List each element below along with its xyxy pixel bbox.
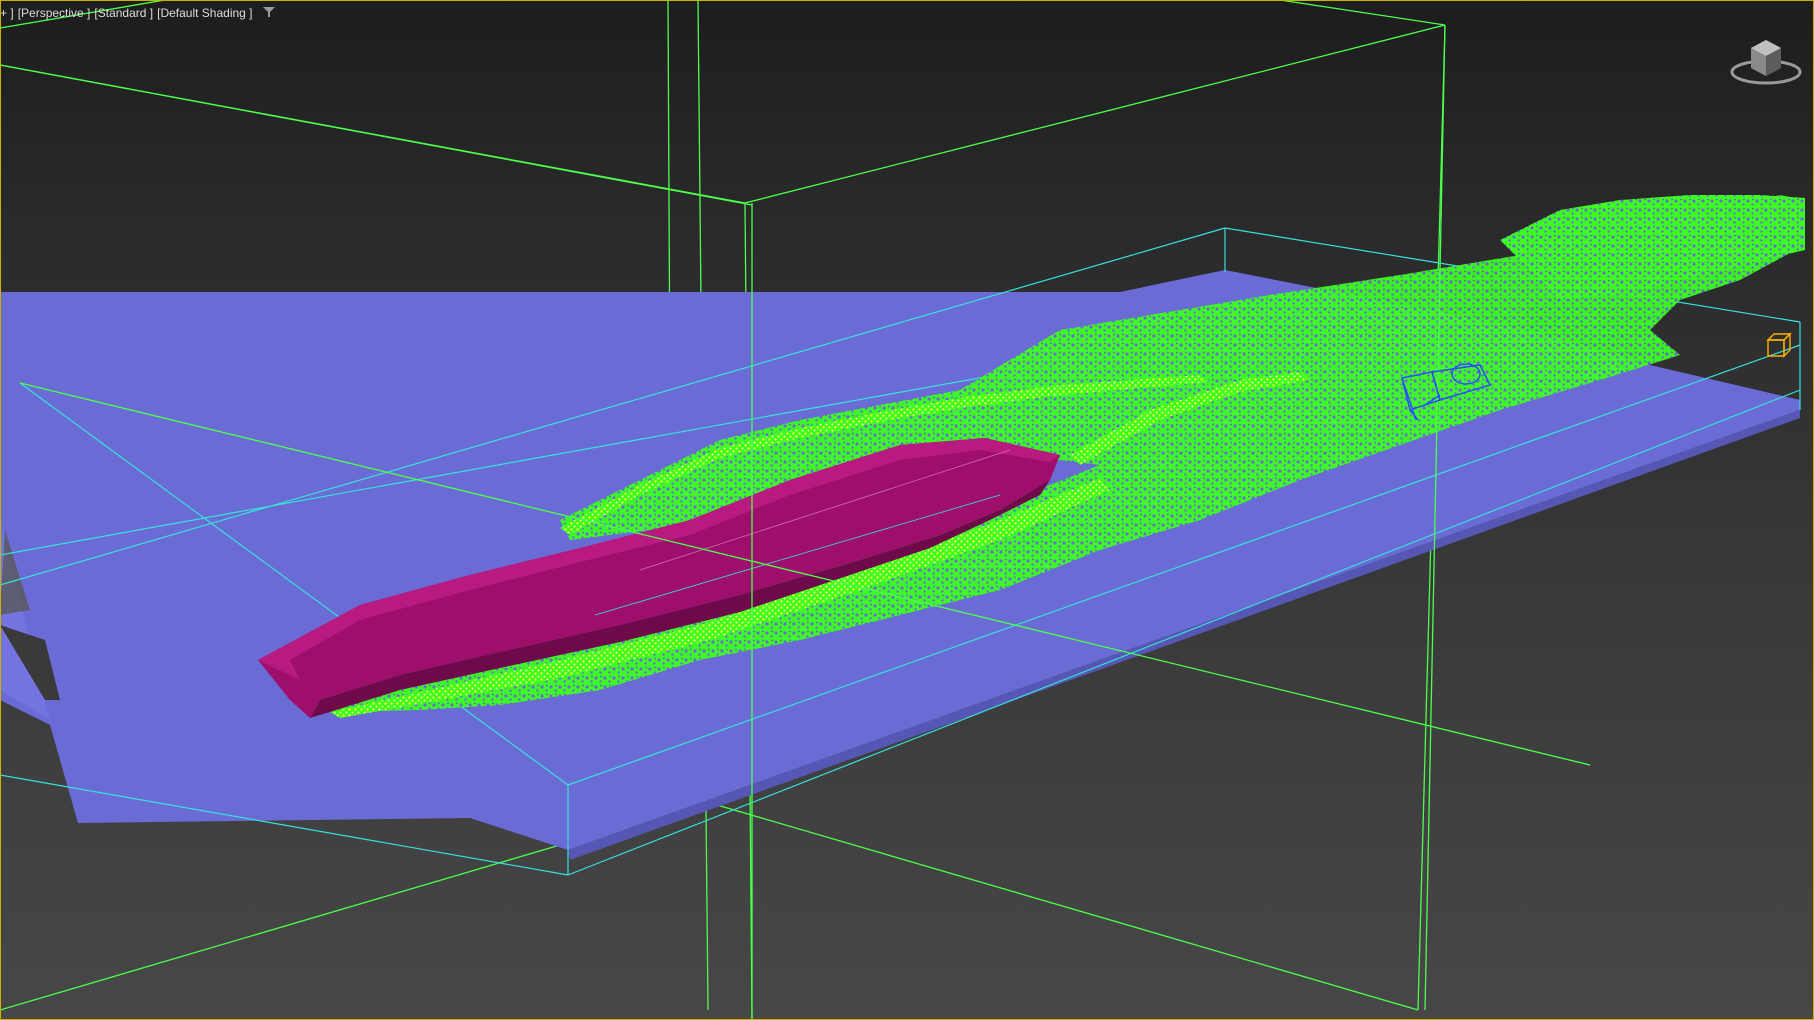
- perspective-viewport[interactable]: + ] [Perspective ] [Standard ] [Default …: [0, 0, 1814, 1020]
- funnel-icon[interactable]: [262, 6, 275, 21]
- viewport-label-bar: + ] [Perspective ] [Standard ] [Default …: [0, 4, 275, 22]
- scene-canvas[interactable]: [0, 0, 1814, 1020]
- shading-label[interactable]: [Default Shading ]: [157, 6, 252, 20]
- selection-box-icon[interactable]: [1764, 330, 1794, 360]
- viewport-menu-label[interactable]: + ]: [0, 6, 14, 20]
- render-mode-label[interactable]: [Standard ]: [94, 6, 153, 20]
- viewcube-icon[interactable]: [1726, 30, 1806, 90]
- camera-label[interactable]: [Perspective ]: [18, 6, 91, 20]
